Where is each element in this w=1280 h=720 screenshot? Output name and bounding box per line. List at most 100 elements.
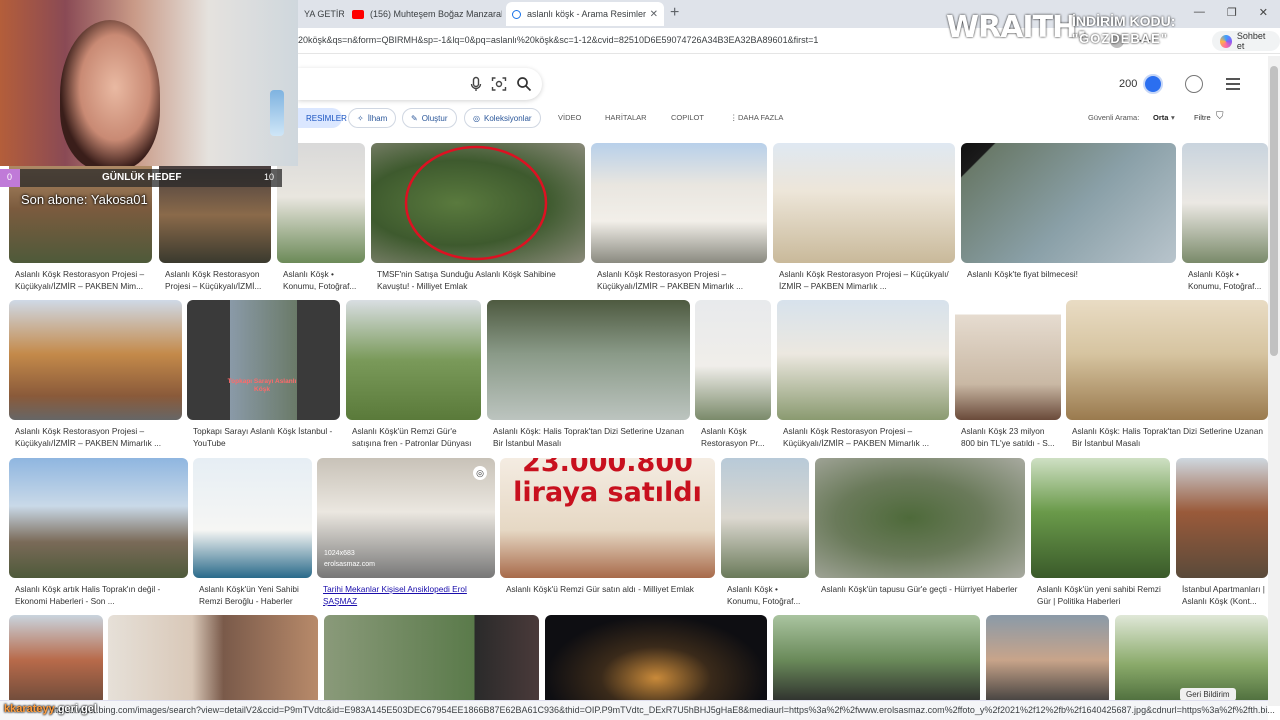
webcam-overlay [0, 0, 298, 166]
search-icon[interactable] [516, 76, 532, 92]
image-result[interactable]: Aslanlı Köşk • Konumu, Fotoğraf... [721, 458, 809, 610]
image-result[interactable]: Aslanlı Köşk: Halis Toprak'tan Dizi Setl… [1066, 300, 1268, 452]
image-result[interactable]: Aslanlı Köşk Restorasyon Projesi – Küçük… [777, 300, 949, 452]
search-icon [512, 9, 521, 19]
result-thumbnail [9, 300, 182, 420]
image-result[interactable] [545, 615, 767, 705]
result-thumbnail [955, 300, 1061, 420]
inspiration-chip[interactable]: ✧ İlham [348, 108, 397, 128]
image-result[interactable]: Topkapı Sarayı Aslanlı Köşk Topkapı Saray… [187, 300, 340, 452]
image-result[interactable]: Aslanlı Köşk'ün Yeni Sahibi Remzi Beroğl… [193, 458, 312, 610]
result-caption: Aslanlı Köşk'ün Yeni Sahibi Remzi Beroğl… [199, 584, 299, 606]
result-caption: Aslanlı Köşk Restorasyon Projesi – Küçük… [783, 426, 929, 448]
result-thumbnail [108, 615, 318, 705]
image-result[interactable]: Aslanlı Köşk 23 milyon 800 bin TL'ye sat… [955, 300, 1061, 452]
goal-label: GÜNLÜK HEDEF [102, 172, 182, 183]
result-caption: Aslanlı Köşk'ü Remzi Gür satın aldı - Mi… [506, 584, 694, 594]
image-result[interactable]: Aslanlı Köşk'ün Remzi Gür'e satışına fre… [346, 300, 481, 452]
image-result[interactable]: Aslanlı Köşk Restorasyon Projesi – Küçük… [9, 300, 182, 452]
url-field[interactable]: 20köşk&qs=n&form=QBIRMH&sp=-1&lq=0&pq=as… [298, 35, 818, 45]
result-thumbnail [1182, 143, 1268, 263]
rewards-points[interactable]: 200 [1119, 74, 1164, 94]
result-thumbnail [487, 300, 690, 420]
result-caption: Aslanlı Köşk • Konumu, Fotoğraf... [283, 269, 357, 291]
close-tab-icon[interactable]: ✕ [650, 9, 658, 20]
scrollbar-thumb[interactable] [1270, 66, 1278, 356]
image-result[interactable] [9, 615, 103, 705]
result-caption[interactable]: Tarihi Mekanlar Kişisel Ansiklopedi Erol… [323, 584, 493, 607]
menu-icon[interactable] [1226, 78, 1240, 93]
tab-bing-images[interactable]: aslanlı köşk - Arama Resimler ✕ [506, 2, 664, 26]
image-result[interactable]: TMSF'nin Satışa Sunduğu Aslanlı Köşk Sah… [371, 143, 585, 293]
tab-video[interactable]: VİDEO [558, 113, 581, 122]
create-label: Oluştur [421, 113, 448, 123]
tab-youtube[interactable]: (156) Muhteşem Boğaz Manzaralı ✕ [346, 2, 502, 26]
new-tab-button[interactable]: + [670, 4, 679, 22]
visual-search-icon[interactable] [491, 76, 507, 92]
image-result[interactable]: Aslanlı Köşk Restorasyon Projesi – Küçük… [773, 143, 955, 293]
page-scrollbar[interactable] [1268, 56, 1280, 706]
result-thumbnail [9, 615, 103, 705]
tab-more[interactable]: DAHA FAZLA [738, 113, 783, 122]
image-result[interactable]: Aslanlı Köşk Restorasyon Projesi – Küçük… [591, 143, 767, 293]
result-caption: Aslanlı Köşk'ün Remzi Gür'e satışına fre… [352, 426, 472, 448]
more-icon[interactable]: ⋮ [730, 113, 738, 122]
image-result[interactable] [108, 615, 318, 705]
copilot-chat-button[interactable]: Sohbet et [1212, 31, 1280, 51]
hover-link-url: https://www.bing.com/images/search?view=… [50, 705, 1275, 715]
image-domain: erolsasmaz.com [324, 561, 375, 568]
image-result[interactable]: Aslanlı Köşk • Konumu, Fotoğraf... [1182, 143, 1268, 293]
streamer-figure [60, 20, 160, 166]
image-result-hovered[interactable]: ◎ 1024x683 erolsasmaz.com Tarihi Mekanlar K… [317, 458, 495, 610]
image-result[interactable]: Aslanlı Köşk: Halis Toprak'tan Dizi Setl… [487, 300, 690, 452]
visual-search-icon[interactable]: ◎ [473, 466, 487, 480]
chat-username: kkarateyy [4, 703, 55, 715]
image-result[interactable]: İstanbul Apartmanları | Aslanlı Köşk (Ko… [1176, 458, 1268, 610]
minimize-icon[interactable]: — [1194, 6, 1205, 19]
tab-maps[interactable]: HARİTALAR [605, 113, 647, 122]
image-result[interactable] [773, 615, 980, 705]
window-controls: — ❐ ✕ [1194, 6, 1268, 19]
maximize-icon[interactable]: ❐ [1227, 6, 1237, 19]
result-thumbnail [773, 615, 980, 705]
vertical-filter-bar: RESİMLER ✧ İlham ✎ Oluştur ◎ Koleksiyonl… [298, 108, 1280, 130]
result-thumbnail [695, 300, 771, 420]
result-thumbnail [815, 458, 1025, 578]
account-avatar-icon[interactable] [1185, 75, 1203, 93]
result-caption: Aslanlı Köşk'ün yeni sahibi Remzi Gür | … [1037, 584, 1161, 606]
create-chip[interactable]: ✎ Oluştur [402, 108, 457, 128]
latest-subscriber: Son abone: Yakosa01 [21, 192, 148, 207]
tab-label: aslanlı köşk - Arama Resimler [527, 9, 647, 19]
banner-line-2: liraya satıldı [513, 477, 702, 508]
image-result[interactable]: Aslanlı Köşk Restorasyon Pr... [695, 300, 771, 452]
red-circle-annotation [404, 145, 548, 261]
close-window-icon[interactable]: ✕ [1259, 6, 1268, 19]
tab-images[interactable]: RESİMLER [298, 108, 347, 128]
result-caption: Aslanlı Köşk 23 milyon 800 bin TL'ye sat… [961, 426, 1055, 448]
result-thumbnail [324, 615, 539, 705]
image-result[interactable] [324, 615, 539, 705]
result-thumbnail: Topkapı Sarayı Aslanlı Köşk [187, 300, 340, 420]
image-result[interactable] [986, 615, 1109, 705]
image-result[interactable]: 23.000.800 liraya satıldı Aslanlı Köşk'ü R… [500, 458, 715, 610]
result-caption: Aslanlı Köşk Restorasyon Pr... [701, 426, 765, 448]
hover-info: 1024x683 erolsasmaz.com [324, 548, 375, 570]
collections-chip[interactable]: ◎ Koleksiyonlar [464, 108, 541, 128]
result-caption: Aslanlı Köşk'te fiyat bilmecesi! [967, 269, 1078, 279]
search-box[interactable] [298, 68, 542, 100]
filter-button[interactable]: Filtre [1194, 113, 1211, 122]
image-result[interactable]: Aslanlı Köşk artık Halis Toprak'ın değil… [9, 458, 188, 610]
result-thumbnail [1066, 300, 1268, 420]
image-result[interactable]: Aslanlı Köşk'ün tapusu Gür'e geçti - Hür… [815, 458, 1025, 610]
safe-search-dropdown[interactable]: Orta [1153, 113, 1168, 122]
filter-icon[interactable]: ⛉ [1216, 111, 1224, 122]
result-thumbnail [545, 615, 767, 705]
image-result[interactable]: Aslanlı Köşk'te fiyat bilmecesi! [961, 143, 1176, 293]
result-thumbnail [193, 458, 312, 578]
status-bar: https://www.bing.com/images/search?view=… [0, 700, 1275, 720]
tab-copilot[interactable]: COPILOT [671, 113, 704, 122]
image-result[interactable]: Aslanlı Köşk'ün yeni sahibi Remzi Gür | … [1031, 458, 1170, 610]
tab-ya-getir[interactable]: YA GETİR [298, 2, 344, 26]
microphone-icon[interactable] [468, 76, 484, 92]
result-caption: Aslanlı Köşk Restorasyon Projesi – Küçük… [15, 269, 145, 291]
